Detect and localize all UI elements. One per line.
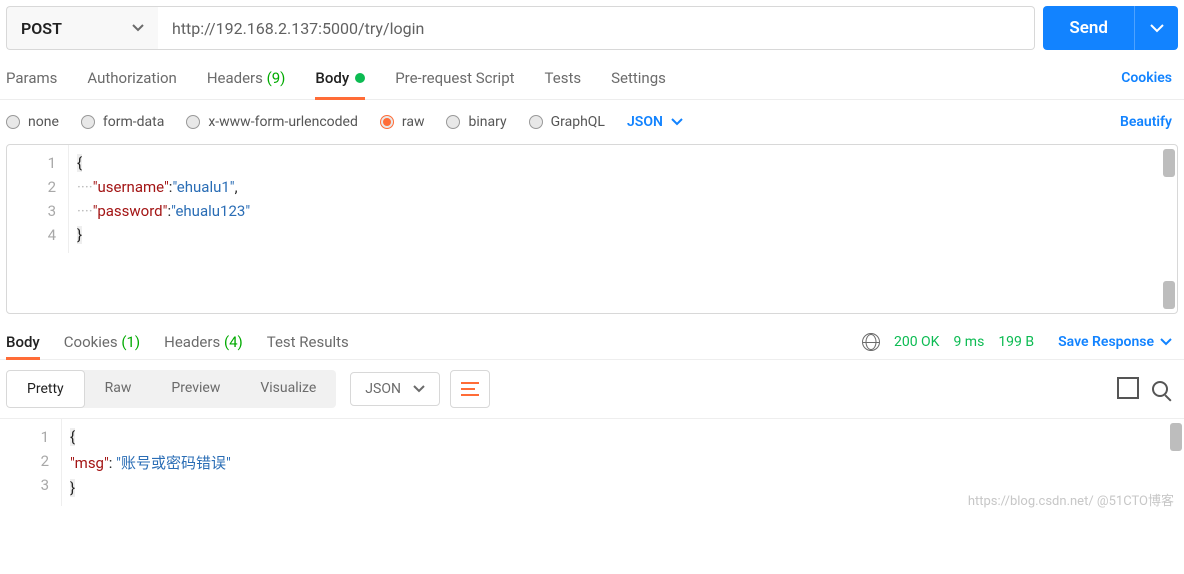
line-number: 2 [0, 449, 49, 473]
response-tab-cookies-label: Cookies [64, 333, 118, 351]
json-value: "账号或密码错误" [116, 454, 231, 472]
body-language-value: JSON [627, 114, 663, 130]
response-tab-headers-label: Headers [164, 333, 220, 351]
json-value: "ehualu123" [171, 202, 250, 220]
cookies-link[interactable]: Cookies [1121, 70, 1178, 86]
dot-icon [355, 73, 365, 83]
request-body-editor[interactable]: 1 2 3 4 { ····"username":"ehualu1", ····… [6, 144, 1178, 314]
send-button[interactable]: Send [1043, 6, 1134, 50]
response-tab-body[interactable]: Body [6, 324, 40, 359]
wrap-icon [461, 382, 479, 396]
radio-binary[interactable]: binary [446, 114, 506, 130]
save-response-button[interactable]: Save Response [1058, 334, 1178, 350]
tab-headers-count: (9) [267, 69, 286, 87]
radio-icon [186, 115, 200, 129]
radio-none-label: none [28, 114, 59, 130]
code-text: { [77, 154, 82, 172]
view-preview-button[interactable]: Preview [151, 370, 240, 408]
chevron-down-icon [132, 24, 144, 32]
copy-icon[interactable] [1120, 380, 1138, 398]
tab-headers-label: Headers [207, 69, 263, 87]
line-number: 2 [7, 175, 56, 199]
watermark-text: https://blog.csdn.net/ @51CTO博客 [0, 490, 1184, 515]
chevron-down-icon [1150, 24, 1164, 33]
line-number: 1 [0, 425, 49, 449]
status-size: 199 B [998, 334, 1034, 350]
search-icon[interactable] [1152, 381, 1168, 397]
radio-formdata-label: form-data [103, 114, 164, 130]
radio-urlencoded-label: x-www-form-urlencoded [208, 114, 358, 130]
comma: , [235, 178, 238, 196]
scrollbar-thumb[interactable] [1163, 149, 1175, 177]
tab-body-label: Body [315, 69, 349, 87]
line-number: 1 [7, 151, 56, 175]
code-text: } [77, 226, 82, 244]
radio-formdata[interactable]: form-data [81, 114, 164, 130]
json-key: "password" [93, 202, 168, 220]
http-method-value: POST [21, 19, 62, 38]
response-tab-headers-count: (4) [224, 333, 243, 351]
chevron-down-icon [413, 385, 425, 393]
tab-headers[interactable]: Headers (9) [207, 56, 286, 99]
chevron-down-icon [1160, 338, 1172, 346]
send-options-button[interactable] [1134, 6, 1178, 50]
view-pretty-button[interactable]: Pretty [6, 370, 85, 408]
response-tab-tests[interactable]: Test Results [267, 324, 349, 359]
line-number: 3 [7, 199, 56, 223]
radio-icon [81, 115, 95, 129]
response-tab-cookies[interactable]: Cookies (1) [64, 324, 140, 359]
radio-graphql[interactable]: GraphQL [529, 114, 605, 130]
tab-prerequest[interactable]: Pre-request Script [395, 56, 514, 99]
radio-binary-label: binary [468, 114, 506, 130]
radio-raw[interactable]: raw [380, 114, 425, 130]
radio-urlencoded[interactable]: x-www-form-urlencoded [186, 114, 358, 130]
view-visualize-button[interactable]: Visualize [240, 370, 336, 408]
chevron-down-icon [671, 118, 683, 126]
radio-raw-label: raw [402, 114, 425, 130]
scrollbar-thumb[interactable] [1170, 423, 1182, 451]
globe-icon[interactable] [862, 333, 880, 351]
radio-none[interactable]: none [6, 114, 59, 130]
scrollbar-thumb[interactable] [1163, 281, 1175, 309]
beautify-link[interactable]: Beautify [1120, 114, 1178, 130]
tab-tests[interactable]: Tests [545, 56, 582, 99]
radio-graphql-label: GraphQL [551, 114, 605, 130]
tab-settings[interactable]: Settings [611, 56, 666, 99]
response-language-value: JSON [365, 381, 401, 397]
json-key: "username" [93, 178, 169, 196]
indent-dots: ···· [77, 202, 93, 220]
tab-authorization[interactable]: Authorization [87, 56, 176, 99]
radio-icon [529, 115, 543, 129]
status-code: 200 OK [894, 334, 940, 350]
url-input[interactable] [158, 6, 1035, 50]
wrap-lines-button[interactable] [450, 370, 490, 408]
json-key: "msg" [70, 454, 109, 472]
radio-icon [380, 115, 394, 129]
code-text: { [70, 428, 75, 446]
tab-body[interactable]: Body [315, 56, 365, 99]
response-language-select[interactable]: JSON [350, 372, 440, 406]
indent-dots: ···· [77, 178, 93, 196]
save-response-label: Save Response [1058, 334, 1154, 350]
tab-params[interactable]: Params [6, 56, 57, 99]
body-language-select[interactable]: JSON [627, 114, 683, 130]
radio-icon [446, 115, 460, 129]
radio-icon [6, 115, 20, 129]
response-tab-headers[interactable]: Headers (4) [164, 324, 243, 359]
response-tab-cookies-count: (1) [121, 333, 140, 351]
status-time: 9 ms [953, 334, 984, 350]
http-method-select[interactable]: POST [6, 6, 158, 50]
json-value: "ehualu1" [172, 178, 234, 196]
view-raw-button[interactable]: Raw [85, 370, 152, 408]
line-number: 4 [7, 223, 56, 247]
